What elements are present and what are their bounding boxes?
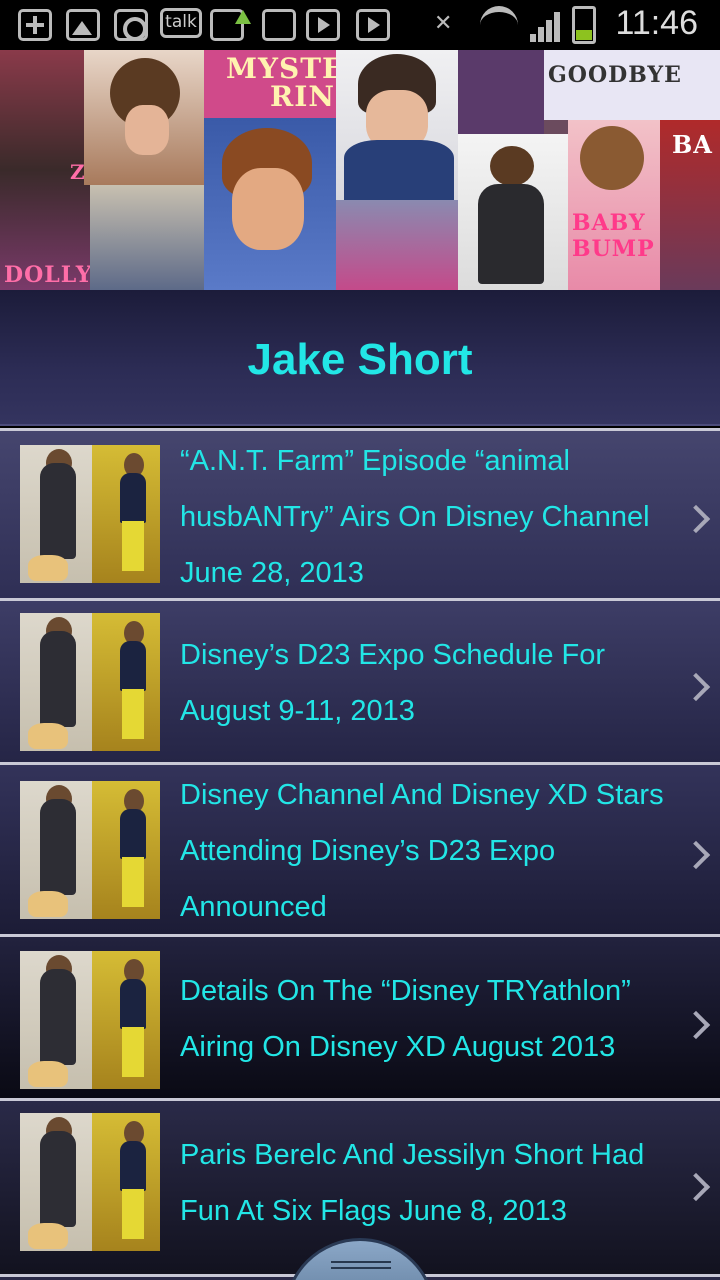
article-thumbnail (20, 781, 160, 919)
status-bar: talk ✕ 11:46 (0, 0, 720, 50)
mag-text: GOODBYE (548, 62, 682, 88)
wifi-icon (480, 6, 518, 44)
upload-icon (114, 9, 148, 41)
plus-icon (18, 9, 52, 41)
chevron-right-icon (681, 840, 711, 870)
signal-icon (530, 8, 566, 42)
talk-icon: talk (160, 8, 202, 38)
chevron-right-icon (681, 504, 711, 534)
page-title: Jake Short (247, 335, 473, 384)
image-icon (66, 9, 100, 41)
article-thumbnail (20, 613, 160, 751)
chevron-right-icon (681, 1172, 711, 1202)
banner-collage: ZAC DOLLY MYSTE RING GOODBYE BABY BUMP B… (0, 50, 720, 290)
chevron-right-icon (681, 672, 711, 702)
article-title: Disney Channel And Disney XD Stars Atten… (180, 779, 664, 923)
list-item[interactable]: Disney Channel And Disney XD Stars Atten… (0, 762, 720, 934)
article-thumbnail (20, 951, 160, 1089)
list-item[interactable]: Disney’s D23 Expo Schedule For August 9-… (0, 598, 720, 762)
page-header: Jake Short (0, 290, 720, 426)
article-thumbnail (20, 445, 160, 583)
play-store-icon (356, 9, 390, 41)
chevron-right-icon (681, 1010, 711, 1040)
article-thumbnail (20, 1113, 160, 1251)
mag-text: DOLLY (4, 262, 93, 288)
mute-icon: ✕ (434, 11, 453, 36)
film-icon (262, 9, 296, 41)
article-title: Paris Berelc And Jessilyn Short Had Fun … (180, 1139, 645, 1227)
clock: 11:46 (615, 4, 698, 42)
list-item[interactable]: Details On The “Disney TRYathlon” Airing… (0, 934, 720, 1098)
article-title: Details On The “Disney TRYathlon” Airing… (180, 975, 631, 1063)
play-icon (306, 9, 340, 41)
article-title: “A.N.T. Farm” Episode “animal husbANTry”… (180, 445, 650, 589)
battery-icon (572, 6, 596, 44)
list-item[interactable]: “A.N.T. Farm” Episode “animal husbANTry”… (0, 428, 720, 598)
mag-text: BA (672, 130, 713, 159)
article-title: Disney’s D23 Expo Schedule For August 9-… (180, 639, 606, 727)
app-update-icon (210, 9, 251, 41)
